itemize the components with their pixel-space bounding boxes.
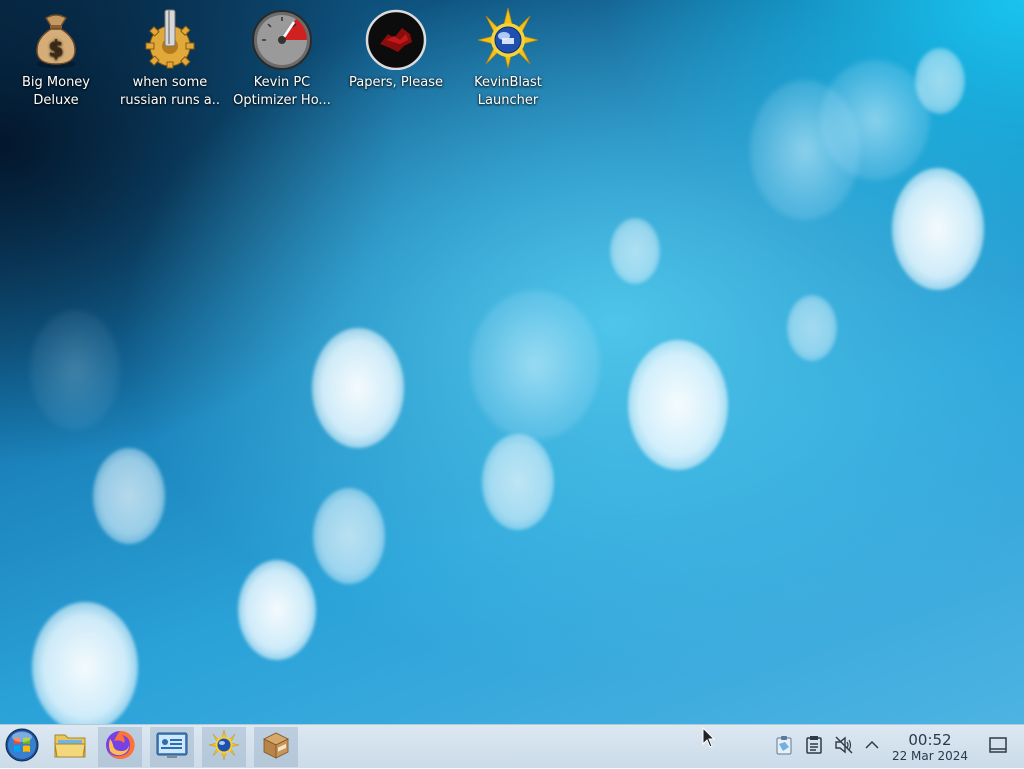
system-settings-icon: [155, 730, 189, 764]
tray-volume[interactable]: [832, 725, 856, 769]
clipboard-icon: [775, 735, 793, 759]
digital-clock[interactable]: 00:52 22 Mar 2024: [884, 731, 976, 764]
desktop-icon-kevinblast-launcher[interactable]: KevinBlast Launcher: [458, 6, 558, 110]
taskbar-file-manager-button[interactable]: [48, 727, 92, 767]
kevinblast-sun-globe-icon: [208, 729, 240, 765]
show-desktop-button[interactable]: [984, 725, 1012, 769]
taskbar-system-settings-button[interactable]: [150, 727, 194, 767]
desktop-icon-label-line2: Launcher: [477, 93, 539, 108]
package-box-icon: [260, 729, 292, 765]
chevron-up-icon: [864, 737, 880, 757]
desktop-icon-big-money-deluxe[interactable]: $ Big Money Deluxe: [6, 6, 106, 110]
desktop-icon-label-line1: Kevin PC: [253, 75, 311, 90]
file-manager-folder-icon: [53, 730, 87, 764]
desktop-icon-label-line2: Optimizer Ho...: [233, 93, 331, 108]
money-bag-icon: $: [24, 6, 88, 70]
desktop-icon-label-line1: when some: [132, 75, 208, 90]
clock-time: 00:52: [908, 731, 952, 749]
desktop-icon-russian-runs[interactable]: when some russian runs a...: [120, 6, 220, 110]
svg-text:$: $: [48, 37, 63, 62]
desktop-icon-papers-please[interactable]: Papers, Please: [346, 6, 446, 92]
taskbar-kevinblast-button[interactable]: [202, 727, 246, 767]
notes-icon: [805, 735, 823, 759]
tray-notes[interactable]: [802, 725, 826, 769]
sun-globe-icon: [476, 6, 540, 70]
taskbar-package-button[interactable]: [254, 727, 298, 767]
volume-muted-icon: [834, 735, 854, 759]
desktop-icon-label-line2: russian runs a...: [120, 93, 220, 108]
gear-icon: [138, 6, 202, 70]
desktop-icon-label-line1: Papers, Please: [348, 75, 444, 90]
desktop-icon-label-line2: Deluxe: [33, 93, 79, 108]
desktop-icon-label-line1: Big Money: [21, 75, 90, 90]
firefox-icon: [104, 729, 136, 765]
desktop-icon-label-line1: KevinBlast: [474, 75, 542, 90]
tray-clipboard[interactable]: [772, 725, 796, 769]
taskbar-firefox-button[interactable]: [98, 727, 142, 767]
show-desktop-icon: [989, 737, 1007, 757]
clock-date: 22 Mar 2024: [891, 749, 969, 763]
desktop-icon-kevin-pc-optimizer[interactable]: Kevin PC Optimizer Ho...: [232, 6, 332, 110]
speedometer-icon: [250, 6, 314, 70]
start-menu-button[interactable]: [0, 727, 44, 767]
mouse-cursor-icon: [702, 726, 716, 749]
start-menu-orb-icon: [5, 728, 39, 766]
papers-please-icon: [364, 6, 428, 71]
taskbar: 00:52 22 Mar 2024: [0, 724, 1024, 768]
desktop[interactable]: $ Big Money Deluxe when some russian run…: [0, 0, 1024, 724]
tray-expand-button[interactable]: [860, 725, 884, 769]
